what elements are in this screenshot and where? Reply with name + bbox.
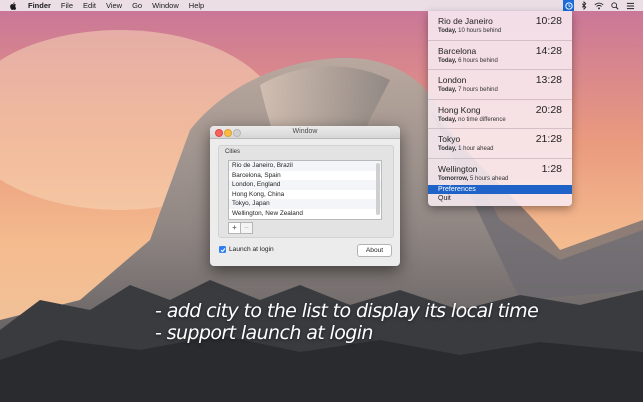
search-icon[interactable] <box>611 1 619 10</box>
list-item[interactable]: Hong Kong, China <box>229 190 381 200</box>
caption-line-2: - support launch at login <box>155 322 373 344</box>
menu-go[interactable]: Go <box>132 0 142 11</box>
city-time: 20:28 <box>535 103 562 116</box>
city-name: London <box>438 75 467 86</box>
city-row-wellington[interactable]: Wellington 1:28 Tomorrow, 5 hours ahead <box>428 159 572 188</box>
launch-at-login-row: Launch at login <box>219 246 274 253</box>
city-offset: Today, 7 hours behind <box>438 87 498 93</box>
city-time: 10:28 <box>535 15 562 27</box>
checkmark-icon <box>220 247 225 252</box>
launch-at-login-checkbox[interactable] <box>219 246 226 253</box>
menu-bar: Finder File Edit View Go Window Help <box>0 0 643 11</box>
list-icon[interactable] <box>626 2 635 10</box>
bluetooth-icon[interactable] <box>581 1 587 10</box>
city-offset: Today, no time difference <box>438 117 506 123</box>
menu-window[interactable]: Window <box>152 0 179 11</box>
remove-city-button[interactable]: − <box>240 222 253 234</box>
list-item[interactable]: Tokyo, Japan <box>229 199 381 209</box>
menu-file[interactable]: File <box>61 0 73 11</box>
world-clock-status-icon[interactable] <box>563 0 574 11</box>
city-row-hong-kong[interactable]: Hong Kong 20:28 Today, no time differenc… <box>428 100 572 130</box>
city-day: Tomorrow, <box>438 175 469 182</box>
preferences-window: Window Cities Rio de Janeiro, Brazil Bar… <box>210 126 400 266</box>
world-clock-menu: Rio de Janeiro 10:28 Today, 10 hours beh… <box>428 11 572 206</box>
city-day: Today, <box>438 57 457 64</box>
cities-label: Cities <box>225 149 241 155</box>
city-offset-text: 10 hours behind <box>458 28 502 34</box>
cities-list[interactable]: Rio de Janeiro, Brazil Barcelona, Spain … <box>228 160 382 220</box>
city-name: Hong Kong <box>438 104 481 115</box>
list-item[interactable]: Rio de Janeiro, Brazil <box>229 161 381 171</box>
city-offset-text: 6 hours behind <box>458 57 498 64</box>
apple-icon[interactable] <box>10 1 17 10</box>
city-offset: Today, 1 hour ahead <box>438 146 494 152</box>
city-offset: Today, 10 hours behind <box>438 28 501 34</box>
cities-group: Cities Rio de Janeiro, Brazil Barcelona,… <box>218 145 394 238</box>
launch-at-login-label: Launch at login <box>229 246 274 253</box>
city-offset-text: 1 hour ahead <box>458 146 494 153</box>
city-row-barcelona[interactable]: Barcelona 14:28 Today, 6 hours behind <box>428 41 572 71</box>
list-item[interactable]: Barcelona, Spain <box>229 171 381 181</box>
menu-app-name[interactable]: Finder <box>28 0 51 11</box>
list-item[interactable]: London, England <box>229 180 381 190</box>
city-name: Rio de Janeiro <box>438 16 493 26</box>
city-day: Today, <box>438 116 457 123</box>
city-time: 13:28 <box>535 74 562 87</box>
list-scrollbar[interactable] <box>376 163 380 215</box>
city-offset-text: no time difference <box>458 116 506 123</box>
city-offset: Today, 6 hours behind <box>438 58 498 64</box>
city-row-tokyo[interactable]: Tokyo 21:28 Today, 1 hour ahead <box>428 129 572 159</box>
city-time: 14:28 <box>535 44 562 57</box>
menu-edit[interactable]: Edit <box>83 0 96 11</box>
window-title: Window <box>292 128 318 135</box>
menu-help[interactable]: Help <box>189 0 204 11</box>
quit-menu-item[interactable]: Quit <box>428 194 572 204</box>
city-row-london[interactable]: London 13:28 Today, 7 hours behind <box>428 70 572 100</box>
caption-line-1: - add city to the list to display its lo… <box>155 300 539 322</box>
wifi-icon[interactable] <box>594 2 604 10</box>
city-name: Barcelona <box>438 45 477 56</box>
menu-extras <box>563 0 635 11</box>
city-time: 21:28 <box>535 133 562 146</box>
city-name: Tokyo <box>438 134 461 145</box>
list-item[interactable]: Wellington, New Zealand <box>229 209 381 219</box>
menu-view[interactable]: View <box>106 0 122 11</box>
city-day: Today, <box>438 146 457 153</box>
city-day: Today, <box>438 87 457 94</box>
city-name: Wellington <box>438 163 478 174</box>
about-button[interactable]: About <box>357 244 392 257</box>
city-day: Today, <box>438 28 457 34</box>
city-offset-text: 5 hours ahead <box>470 175 509 182</box>
city-offset: Tomorrow, 5 hours ahead <box>438 176 508 182</box>
window-titlebar[interactable]: Window <box>210 126 400 139</box>
city-time: 1:28 <box>541 162 562 175</box>
city-row-rio[interactable]: Rio de Janeiro 10:28 Today, 10 hours beh… <box>428 11 572 41</box>
preferences-menu-item[interactable]: Preferences <box>428 185 572 194</box>
city-offset-text: 7 hours behind <box>458 87 498 94</box>
